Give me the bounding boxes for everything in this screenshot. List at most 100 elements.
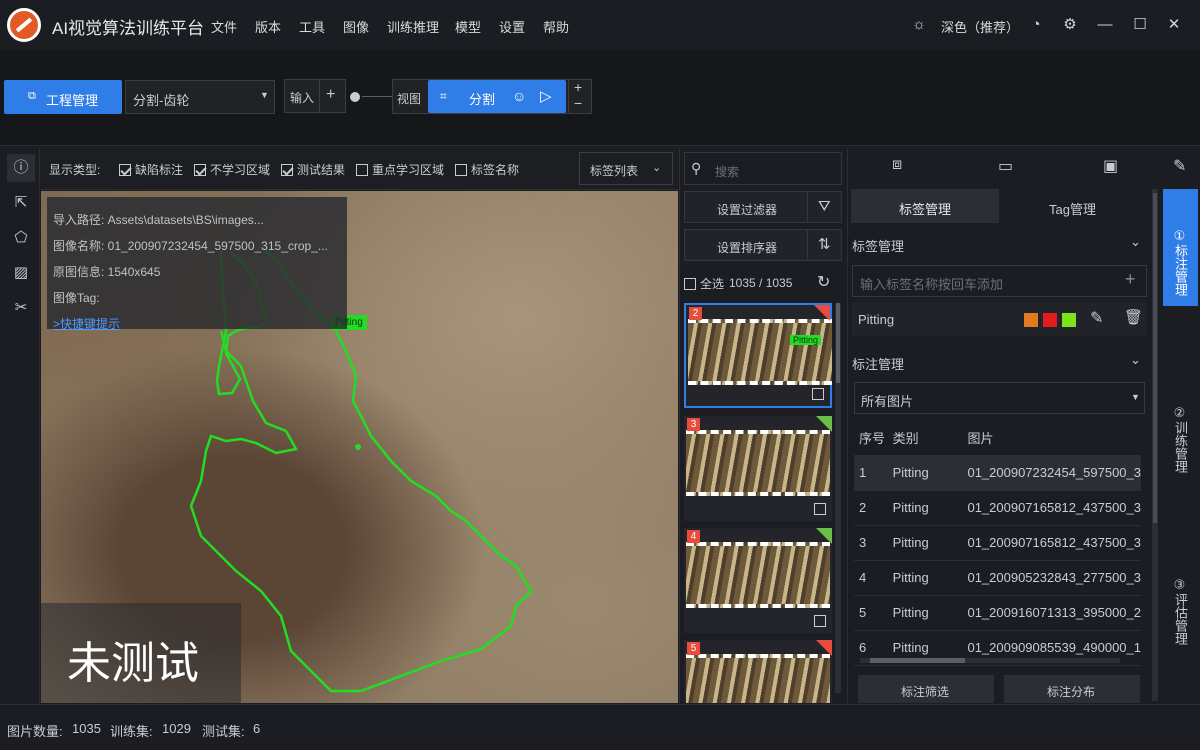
pin-icon[interactable]: ✎ [1173, 156, 1186, 176]
sun-icon[interactable]: ☼ [906, 12, 932, 38]
play-icon[interactable]: ▷ [540, 87, 552, 105]
image-count: 1035 / 1035 [729, 276, 793, 290]
color-swatch-orange[interactable] [1024, 313, 1038, 327]
tab-training-manage[interactable]: ②训练管理 [1163, 406, 1198, 506]
scrollbar-thumb[interactable] [870, 658, 965, 663]
menu-file[interactable]: 文件 [211, 17, 237, 36]
status-corner [816, 416, 832, 432]
palette-icon[interactable]: ◔ [1023, 12, 1049, 38]
original-info: 原图信息: 1540x645 [53, 265, 161, 279]
add-view-button[interactable]: + [574, 79, 582, 95]
scissors-icon[interactable]: ✂ [7, 294, 35, 322]
table-row[interactable]: 3 Pitting 01_200907165812_437500_3 [854, 525, 1141, 561]
tab-tag-manage[interactable]: Tag管理 [999, 189, 1147, 223]
table-row[interactable]: 4 Pitting 01_200905232843_277500_3 [854, 560, 1141, 596]
display-filter-bar: 显示类型: 缺陷标注 不学习区域 测试结果 重点学习区域 标签名称 标签列表 ⌄ [41, 148, 678, 190]
divider [807, 192, 808, 222]
menu-train-infer[interactable]: 训练推理 [387, 17, 439, 36]
menu-image[interactable]: 图像 [343, 17, 369, 36]
image-count-value: 1035 [72, 721, 101, 736]
hatch-region-icon[interactable]: ▨ [7, 259, 35, 287]
segmentation-module[interactable]: ⌗ 分割 ☺ ▷ [428, 80, 566, 113]
label-manage-header[interactable]: 标签管理 ⌄ [852, 234, 1149, 255]
users-icon[interactable]: ☺ [512, 88, 526, 104]
annotation-filter-button[interactable]: 标注筛选 [858, 675, 994, 703]
scrollbar-thumb[interactable] [836, 303, 840, 383]
label-row[interactable]: Pitting ✎ 🗑 [852, 302, 1147, 336]
checkbox-defect-annotation[interactable]: 缺陷标注 [119, 161, 183, 178]
add-icon[interactable]: + [1125, 269, 1136, 290]
tab-annotation-manage[interactable]: ①标注管理 [1163, 189, 1198, 306]
menu-version[interactable]: 版本 [255, 17, 281, 36]
table-row[interactable]: 2 Pitting 01_200907165812_437500_3 [854, 490, 1141, 526]
image-edit-icon[interactable]: ⧈ [892, 156, 902, 174]
annotation-filter-select[interactable]: 所有图片 ▼ [854, 382, 1145, 414]
sort-button[interactable]: 设置排序器 ⇅ [684, 229, 842, 261]
edit-icon[interactable]: ✎ [1090, 308, 1103, 328]
column-header: 类别 [887, 420, 963, 456]
image-canvas[interactable]: Pitting 导入路径: Assets\datasets\BS\images.… [41, 191, 678, 703]
shortcut-hint-link[interactable]: >快捷键提示 [53, 315, 120, 332]
annotation-manage-header[interactable]: 标注管理 ⌄ [852, 352, 1149, 373]
thumbnail-item[interactable]: 2 Pitting [684, 303, 832, 408]
close-icon[interactable]: ✕ [1161, 12, 1187, 38]
image-count-label: 图片数量: [7, 724, 63, 739]
input-node[interactable]: 输入 + [284, 79, 346, 113]
tab-label-manage[interactable]: 标签管理 [851, 189, 999, 223]
search-input[interactable]: ⚲ 搜索 [684, 152, 842, 185]
color-swatch-red[interactable] [1043, 313, 1057, 327]
project-manage-button[interactable]: ⧉ 工程管理 [4, 80, 122, 114]
sort-label: 设置排序器 [717, 241, 778, 255]
add-input-icon[interactable]: + [326, 86, 335, 104]
folder-icon[interactable]: ▭ [998, 156, 1013, 176]
checkbox-label-name[interactable]: 标签名称 [455, 161, 519, 178]
horizontal-scrollbar[interactable] [860, 658, 1120, 663]
thumbnail-item[interactable]: 5 [684, 640, 832, 703]
table-row[interactable]: 1 Pitting 01_200907232454_597500_3 [854, 455, 1141, 491]
thumbnail-item[interactable]: 4 [684, 528, 832, 633]
refresh-icon[interactable]: ↻ [817, 272, 830, 292]
color-swatch-green[interactable] [1062, 313, 1076, 327]
tag-list-dropdown[interactable]: 标签列表 ⌄ [579, 152, 673, 185]
search-icon: ⚲ [691, 160, 702, 176]
menu-help[interactable]: 帮助 [543, 17, 569, 36]
info-icon[interactable]: ⓘ [7, 154, 35, 182]
tab-evaluation-manage[interactable]: ③评估管理 [1163, 578, 1198, 678]
checkbox-no-learn-region[interactable]: 不学习区域 [194, 161, 270, 178]
checkbox-key-learn-region[interactable]: 重点学习区域 [356, 161, 444, 178]
project-select[interactable]: 分割-齿轮 ▼ [125, 80, 275, 114]
menu-model[interactable]: 模型 [455, 17, 481, 36]
remove-view-button[interactable]: − [574, 95, 582, 111]
add-label-input[interactable]: 输入标签名称按回车添加 + [852, 265, 1147, 297]
annotation-filter-value: 所有图片 [861, 394, 914, 409]
checkbox-test-result[interactable]: 测试结果 [281, 161, 345, 178]
menu-tools[interactable]: 工具 [299, 17, 325, 36]
table-row[interactable]: 5 Pitting 01_200916071313_395000_2 [854, 595, 1141, 631]
polygon-tool-icon[interactable]: ⬠ [7, 224, 35, 252]
divider [319, 80, 320, 112]
chevron-down-icon: ⌄ [1130, 234, 1141, 249]
select-all-checkbox[interactable]: 全选 [684, 275, 724, 292]
gear-icon[interactable]: ⚙ [1057, 12, 1083, 38]
panel-scrollbar[interactable] [1152, 189, 1158, 701]
theme-label[interactable]: 深色（推荐） [941, 17, 1019, 36]
test-set-label: 测试集: [202, 724, 245, 739]
thumbnail-checkbox[interactable] [814, 503, 826, 515]
menu-settings[interactable]: 设置 [499, 17, 525, 36]
funnel-icon: ⛛ [818, 198, 831, 215]
thumbnail-checkbox[interactable] [814, 615, 826, 627]
minimize-icon[interactable]: — [1092, 12, 1118, 38]
scrollbar-thumb[interactable] [1153, 193, 1157, 523]
image-icon[interactable]: ▣ [1103, 156, 1118, 176]
thumbnail-image [688, 319, 832, 385]
trash-icon[interactable]: 🗑 [1124, 308, 1143, 326]
pointer-icon[interactable]: ⇱ [7, 189, 35, 217]
scrollbar[interactable] [835, 303, 841, 693]
maximize-icon[interactable]: ☐ [1127, 12, 1153, 38]
thumbnail-checkbox[interactable] [812, 388, 824, 400]
filter-button[interactable]: 设置过滤器 ⛛ [684, 191, 842, 223]
cell-class: Pitting [887, 490, 963, 526]
view-node[interactable]: 视图 ⌗ 分割 ☺ ▷ + − [392, 79, 592, 114]
annotation-distribution-button[interactable]: 标注分布 [1004, 675, 1140, 703]
thumbnail-item[interactable]: 3 [684, 416, 832, 521]
